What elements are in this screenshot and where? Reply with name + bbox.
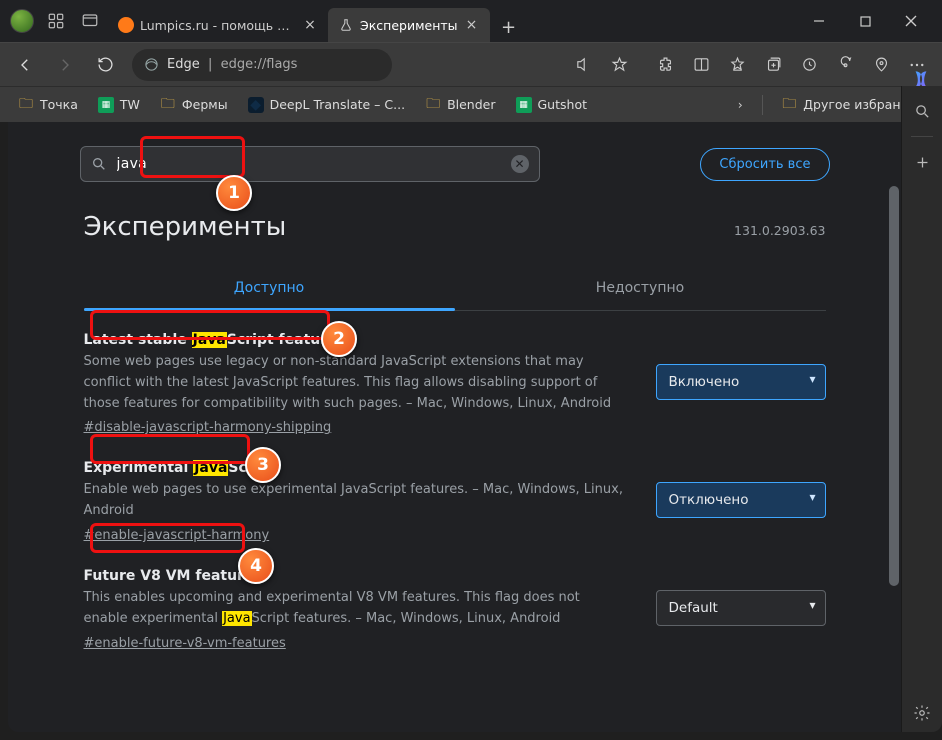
- address-bar[interactable]: Edge | edge://flags: [132, 49, 392, 81]
- bookmark-label: Точка: [40, 97, 78, 112]
- bookmarks-bar: 🗀 Точка ▦ TW 🗀 Фермы ◆ DeepL Translate – C..…: [0, 86, 942, 122]
- minimize-button[interactable]: [796, 0, 842, 42]
- browser-essentials-icon[interactable]: [864, 48, 898, 82]
- sheets-icon: ▦: [98, 97, 114, 113]
- favicon-lumpics: [118, 17, 134, 33]
- scrollbar-thumb[interactable]: [889, 186, 899, 586]
- bookmark-item[interactable]: 🗀 Blender: [417, 93, 503, 117]
- close-icon[interactable]: ×: [464, 17, 480, 33]
- maximize-button[interactable]: [842, 0, 888, 42]
- scrollbar[interactable]: [887, 122, 901, 732]
- tabstrip: Lumpics.ru - помощь с компьют × Эксперим…: [108, 0, 796, 42]
- bookmark-label: Gutshot: [538, 97, 588, 112]
- folder-icon: 🗀: [425, 97, 441, 113]
- history-icon[interactable]: [792, 48, 826, 82]
- flag-title: Experimental JavaScript: [84, 460, 276, 476]
- flags-search-box[interactable]: ✕: [80, 146, 540, 182]
- read-aloud-icon[interactable]: [566, 48, 600, 82]
- performance-icon[interactable]: [828, 48, 862, 82]
- flag-row: Latest stable JavaScript features Some we…: [70, 311, 840, 439]
- workspaces-icon[interactable]: [42, 7, 70, 35]
- bookmark-label: Blender: [447, 97, 495, 112]
- deepl-icon: ◆: [248, 97, 264, 113]
- search-icon: [91, 156, 107, 172]
- flag-state-select[interactable]: DefaultВключеноОтключено: [656, 590, 826, 626]
- flag-anchor-link[interactable]: #enable-javascript-harmony: [84, 528, 270, 543]
- flag-title: Future V8 VM features: [84, 568, 262, 584]
- bookmark-label: Фермы: [182, 97, 228, 112]
- bookmarks-chevron-icon[interactable]: ›: [728, 88, 752, 122]
- bookmark-item[interactable]: ◆ DeepL Translate – C...: [240, 93, 413, 117]
- version-label: 131.0.2903.63: [734, 223, 825, 238]
- page-heading: Эксперименты: [84, 212, 287, 242]
- edge-icon: [144, 57, 159, 72]
- split-screen-icon[interactable]: [684, 48, 718, 82]
- bookmark-item[interactable]: 🗀 Точка: [10, 93, 86, 117]
- page-content: ✕ Сбросить все Эксперименты 131.0.2903.6…: [8, 122, 901, 732]
- flag-description: Enable web pages to use experimental Jav…: [84, 480, 624, 522]
- flag-anchor-link[interactable]: #disable-javascript-harmony-shipping: [84, 420, 332, 435]
- flag-description: Some web pages use legacy or non-standar…: [84, 352, 624, 414]
- flag-description: This enables upcoming and experimental V…: [84, 588, 624, 630]
- clear-search-icon[interactable]: ✕: [511, 155, 529, 173]
- reset-all-button[interactable]: Сбросить все: [700, 148, 829, 181]
- bookmark-label: DeepL Translate – C...: [270, 97, 405, 112]
- new-tab-button[interactable]: +: [494, 12, 524, 42]
- browser-tab[interactable]: Lumpics.ru - помощь с компьют ×: [108, 8, 328, 42]
- browser-tab-active[interactable]: Эксперименты ×: [328, 8, 490, 42]
- folder-icon: 🗀: [781, 97, 797, 113]
- sidebar-add-icon[interactable]: [907, 147, 937, 177]
- tab-label: Эксперименты: [360, 18, 458, 33]
- sidebar-search-icon[interactable]: [907, 96, 937, 126]
- bookmark-item[interactable]: ▦ TW: [90, 93, 148, 117]
- window-titlebar: Lumpics.ru - помощь с компьют × Эксперим…: [0, 0, 942, 42]
- tab-actions-icon[interactable]: [76, 7, 104, 35]
- flag-state-select[interactable]: DefaultВключеноОтключено: [656, 482, 826, 518]
- folder-icon: 🗀: [18, 97, 34, 113]
- flask-icon: [338, 17, 354, 33]
- flag-row: Experimental JavaScript Enable web pages …: [70, 439, 840, 547]
- flag-title: Latest stable JavaScript features: [84, 332, 345, 348]
- bookmark-item[interactable]: ▦ Gutshot: [508, 93, 596, 117]
- window-controls: [796, 0, 934, 42]
- favorites-icon[interactable]: [720, 48, 754, 82]
- sidebar-settings-icon[interactable]: [907, 698, 937, 728]
- bookmark-label: TW: [120, 97, 140, 112]
- favorite-star-icon[interactable]: [602, 48, 636, 82]
- sheets-icon: ▦: [516, 97, 532, 113]
- close-window-button[interactable]: [888, 0, 934, 42]
- profile-avatar[interactable]: [10, 9, 34, 33]
- tab-available[interactable]: Доступно: [84, 268, 455, 310]
- back-button[interactable]: [8, 48, 42, 82]
- browser-toolbar: Edge | edge://flags: [0, 42, 942, 86]
- refresh-button[interactable]: [88, 48, 122, 82]
- page-tabs: Доступно Недоступно: [84, 268, 826, 311]
- flag-anchor-link[interactable]: #enable-future-v8-vm-features: [84, 636, 286, 651]
- flag-row: Future V8 VM features This enables upcomi…: [70, 547, 840, 655]
- tab-label: Lumpics.ru - помощь с компьют: [140, 18, 296, 33]
- sidebar-strip: [901, 86, 942, 732]
- bookmark-item[interactable]: 🗀 Фермы: [152, 93, 236, 117]
- flags-search-input[interactable]: [117, 156, 501, 172]
- flag-state-select[interactable]: DefaultВключеноОтключено: [656, 364, 826, 400]
- forward-button[interactable]: [48, 48, 82, 82]
- address-text: Edge | edge://flags: [167, 57, 297, 72]
- extensions-icon[interactable]: [648, 48, 682, 82]
- tab-unavailable[interactable]: Недоступно: [455, 268, 826, 310]
- collections-icon[interactable]: [756, 48, 790, 82]
- folder-icon: 🗀: [160, 97, 176, 113]
- close-icon[interactable]: ×: [302, 17, 318, 33]
